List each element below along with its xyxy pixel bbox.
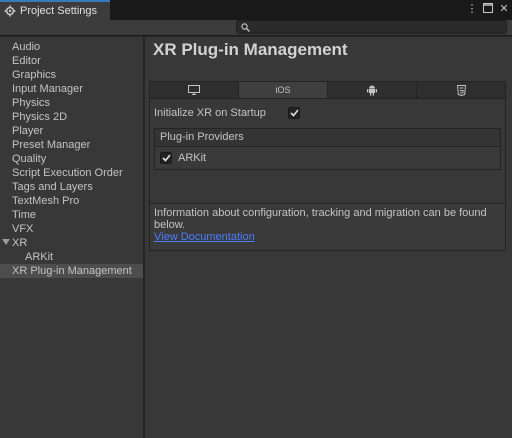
sidebar-item-label: XR Plug-in Management <box>12 265 132 277</box>
sidebar-item-label: Input Manager <box>12 83 83 95</box>
sidebar-item-label: Editor <box>12 55 41 67</box>
info-box: Information about configuration, trackin… <box>149 203 506 251</box>
sidebar-item-label: Time <box>12 209 37 221</box>
sidebar-item-label: Quality <box>12 153 47 165</box>
sidebar-item-label: Player <box>12 125 44 137</box>
provider-row-arkit: ARKit <box>155 147 500 169</box>
sidebar-item-label: Audio <box>12 41 41 53</box>
title-bar: Project Settings ⋮ ✕ <box>0 0 512 20</box>
tab-standalone[interactable] <box>150 82 239 98</box>
project-settings-tab[interactable]: Project Settings <box>0 0 110 20</box>
arkit-checkbox[interactable] <box>160 152 172 164</box>
sidebar-item-label: ARKit <box>25 251 54 263</box>
platform-tabs: iOS <box>150 82 505 99</box>
sidebar-item-label: Physics 2D <box>12 111 68 123</box>
sidebar-item-xr-plug-in-management[interactable]: XR Plug-in Management <box>0 264 143 278</box>
sidebar-item-player[interactable]: Player <box>0 124 143 138</box>
monitor-icon <box>188 85 200 95</box>
html5-icon <box>456 84 466 96</box>
sidebar-item-physics[interactable]: Physics <box>0 96 143 110</box>
search-icon <box>241 23 250 32</box>
sidebar-item-xr[interactable]: XR <box>0 236 143 250</box>
sidebar-item-input-manager[interactable]: Input Manager <box>0 82 143 96</box>
sidebar-item-vfx[interactable]: VFX <box>0 222 143 236</box>
kebab-menu-icon[interactable]: ⋮ <box>466 3 478 15</box>
close-icon[interactable]: ✕ <box>498 3 510 15</box>
sidebar-item-label: Script Execution Order <box>12 167 123 179</box>
sidebar-item-label: Physics <box>12 97 50 109</box>
sidebar-item-quality[interactable]: Quality <box>0 152 143 166</box>
settings-sidebar: Audio Editor Graphics Input Manager Physics P… <box>0 37 144 438</box>
sidebar-item-tags-and-layers[interactable]: Tags and Layers <box>0 180 143 194</box>
info-text: Information about configuration, trackin… <box>154 207 487 231</box>
sidebar-item-label: Preset Manager <box>12 139 91 151</box>
gear-icon <box>4 5 16 17</box>
checkmark-icon <box>161 154 171 162</box>
sidebar-item-label: VFX <box>12 223 34 235</box>
sidebar-item-label: Graphics <box>12 69 57 81</box>
view-documentation-link[interactable]: View Documentation <box>154 231 255 243</box>
initialize-xr-label: Initialize XR on Startup <box>154 107 266 119</box>
maximize-icon[interactable] <box>482 3 494 15</box>
sidebar-item-label: Tags and Layers <box>12 181 93 193</box>
sidebar-item-preset-manager[interactable]: Preset Manager <box>0 138 143 152</box>
window-title: Project Settings <box>20 5 98 17</box>
sidebar-item-physics-2d[interactable]: Physics 2D <box>0 110 143 124</box>
main-content: XR Plug-in Management iOS Initialize XR … <box>145 37 512 438</box>
sidebar-item-label: XR <box>12 237 28 249</box>
plugin-providers-header: Plug-in Providers <box>155 129 500 147</box>
sidebar-item-graphics[interactable]: Graphics <box>0 68 143 82</box>
tab-ios-label: iOS <box>275 85 291 95</box>
tab-ios[interactable]: iOS <box>239 82 328 98</box>
sidebar-item-script-execution-order[interactable]: Script Execution Order <box>0 166 143 180</box>
sidebar-item-textmesh-pro[interactable]: TextMesh Pro <box>0 194 143 208</box>
search-input[interactable] <box>236 20 507 34</box>
sidebar-item-label: TextMesh Pro <box>12 195 80 207</box>
initialize-xr-checkbox[interactable] <box>288 107 300 119</box>
page-title: XR Plug-in Management <box>153 40 348 59</box>
plugin-providers-list: Plug-in Providers ARKit <box>154 128 501 170</box>
android-icon <box>367 85 377 95</box>
provider-label: ARKit <box>178 152 207 164</box>
checkmark-icon <box>289 109 299 117</box>
sidebar-item-editor[interactable]: Editor <box>0 54 143 68</box>
expand-arrow-icon[interactable] <box>2 239 10 245</box>
tab-android[interactable] <box>328 82 417 98</box>
sidebar-item-audio[interactable]: Audio <box>0 40 143 54</box>
tab-webgl[interactable] <box>417 82 505 98</box>
sidebar-item-time[interactable]: Time <box>0 208 143 222</box>
sidebar-item-arkit[interactable]: ARKit <box>0 250 143 264</box>
